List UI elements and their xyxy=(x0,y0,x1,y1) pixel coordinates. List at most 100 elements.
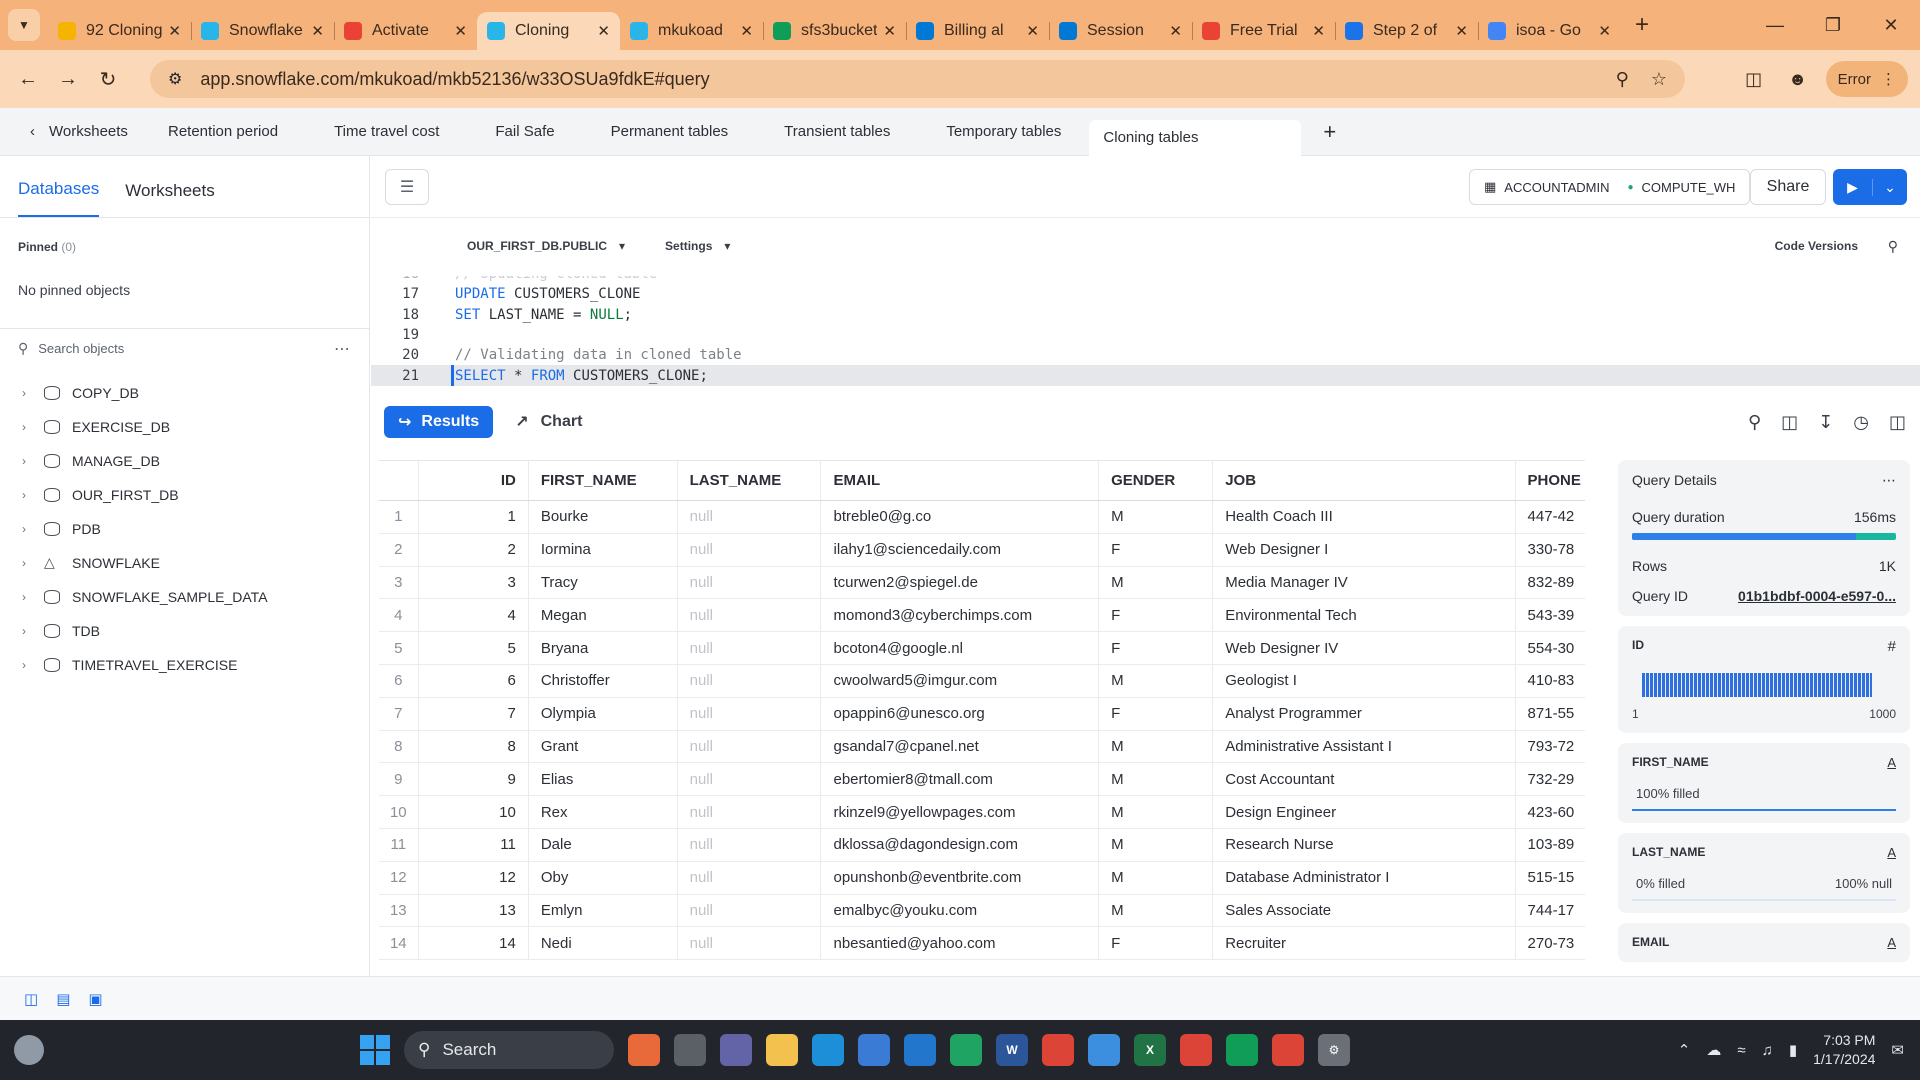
sidebar-item-database[interactable]: › MANAGE_DB xyxy=(0,444,369,478)
code-line[interactable]: 19 xyxy=(371,325,1920,345)
back-arrow-icon[interactable]: ← xyxy=(8,68,48,91)
results-tab-button[interactable]: ↪ Results xyxy=(384,406,494,438)
cell-job[interactable]: Sales Associate xyxy=(1213,894,1516,927)
mail-icon[interactable] xyxy=(904,1034,936,1066)
cell-last-name[interactable]: null xyxy=(678,501,822,533)
cell-first-name[interactable]: Elias xyxy=(529,763,678,796)
error-button[interactable]: Error ⋮ xyxy=(1825,61,1908,97)
excel-icon[interactable]: X xyxy=(1134,1034,1166,1066)
cell-phone[interactable]: 515-15 xyxy=(1516,862,1585,894)
browser-tab[interactable]: Session ✕ xyxy=(1049,12,1192,50)
tab-worksheets[interactable]: Worksheets xyxy=(125,181,214,217)
email-column-card[interactable]: EMAIL A xyxy=(1618,923,1910,962)
table-row[interactable]: 12 12 Oby null opunshonb@eventbrite.com M Data… xyxy=(379,861,1585,895)
chrome-profile-icon[interactable] xyxy=(1180,1034,1212,1066)
cell-first-name[interactable]: Dale xyxy=(529,828,678,861)
cell-row-number[interactable]: 12 xyxy=(379,861,419,894)
play-icon[interactable]: ▶ xyxy=(1833,178,1873,196)
browser-tab[interactable]: mkukoad ✕ xyxy=(620,12,763,50)
cell-email[interactable]: rkinzel9@yellowpages.com xyxy=(821,796,1100,828)
close-window-icon[interactable]: ✕ xyxy=(1862,15,1920,36)
tab-worksheet[interactable]: Cloning tables xyxy=(1089,119,1302,156)
cell-row-number[interactable]: 4 xyxy=(379,599,419,632)
column-header-email[interactable]: EMAIL xyxy=(821,461,1100,500)
cell-job[interactable]: Health Coach III xyxy=(1213,501,1516,533)
last-name-column-card[interactable]: LAST_NAME A 0% filled 100% null xyxy=(1618,833,1910,913)
cell-gender[interactable]: M xyxy=(1099,730,1214,763)
zoom-icon[interactable]: ⚲ xyxy=(1616,69,1629,90)
cell-gender[interactable]: F xyxy=(1099,632,1214,664)
cell-job[interactable]: Web Designer IV xyxy=(1213,632,1516,664)
cell-job[interactable]: Administrative Assistant I xyxy=(1213,730,1516,763)
cell-phone[interactable]: 543-39 xyxy=(1516,599,1585,631)
edge-icon[interactable] xyxy=(812,1034,844,1066)
tab-close-icon[interactable]: ✕ xyxy=(1312,22,1325,40)
cell-email[interactable]: tcurwen2@spiegel.de xyxy=(821,566,1100,599)
code-line[interactable]: 20 // Validating data in cloned table xyxy=(371,345,1920,365)
cell-email[interactable]: btreble0@g.co xyxy=(821,501,1100,533)
browser-tab[interactable]: 92 Cloning ✕ xyxy=(48,12,191,50)
table-row[interactable]: 13 13 Emlyn null emalbyc@youku.com M Sales Ass… xyxy=(379,894,1585,928)
task-view-icon[interactable] xyxy=(674,1034,706,1066)
minimize-icon[interactable]: — xyxy=(1746,15,1804,36)
cell-id[interactable]: 9 xyxy=(419,763,529,796)
table-row[interactable]: 14 14 Nedi null nbesantied@yahoo.com F Recruit… xyxy=(379,927,1585,960)
cell-gender[interactable]: F xyxy=(1099,599,1214,632)
sidebar-item-database[interactable]: › COPY_DB xyxy=(0,376,369,410)
cell-gender[interactable]: F xyxy=(1099,697,1214,730)
toggle-panel-icon[interactable]: ◫ xyxy=(1889,412,1906,433)
restore-icon[interactable]: ❐ xyxy=(1804,15,1862,36)
chevron-right-icon[interactable]: › xyxy=(22,454,38,468)
cell-last-name[interactable]: null xyxy=(678,664,822,697)
cell-row-number[interactable]: 2 xyxy=(379,533,419,566)
layout-top-icon[interactable]: ▤ xyxy=(56,990,70,1008)
cell-row-number[interactable]: 9 xyxy=(379,763,419,796)
code-line[interactable]: 16 // Updating cloned table xyxy=(371,276,1920,284)
sidebar-item-database[interactable]: › OUR_FIRST_DB xyxy=(0,478,369,512)
cell-id[interactable]: 5 xyxy=(419,632,529,664)
sidebar-item-database[interactable]: › TDB xyxy=(0,614,369,648)
code-line[interactable]: 17 UPDATE CUSTOMERS_CLONE xyxy=(371,284,1920,304)
cell-job[interactable]: Analyst Programmer xyxy=(1213,697,1516,730)
query-details-more-icon[interactable]: ⋯ xyxy=(1882,472,1896,489)
chevron-right-icon[interactable]: › xyxy=(22,522,38,536)
code-line[interactable]: 18 SET LAST_NAME = NULL; xyxy=(371,305,1920,325)
tab-worksheet[interactable]: Retention period xyxy=(140,114,306,150)
sidebar-item-database[interactable]: › △ SNOWFLAKE xyxy=(0,546,369,580)
tab-worksheet[interactable]: Time travel cost xyxy=(306,114,467,150)
download-icon[interactable]: ↧ xyxy=(1818,412,1833,433)
settings-dropdown[interactable]: Settings ▾ xyxy=(665,239,730,253)
cell-phone[interactable]: 744-17 xyxy=(1516,895,1585,927)
cell-gender[interactable]: M xyxy=(1099,664,1214,697)
cell-gender[interactable]: M xyxy=(1099,501,1214,533)
battery-icon[interactable]: ▮ xyxy=(1789,1041,1797,1059)
tab-close-icon[interactable]: ✕ xyxy=(1598,22,1611,40)
paint-icon[interactable] xyxy=(1088,1034,1120,1066)
table-row[interactable]: 1 1 Bourke null btreble0@g.co M Health Coach I… xyxy=(379,501,1585,534)
table-row[interactable]: 6 6 Christoffer null cwoolward5@imgur.com M Ge… xyxy=(379,664,1585,698)
cell-phone[interactable]: 410-83 xyxy=(1516,665,1585,697)
store-icon[interactable] xyxy=(858,1034,890,1066)
browser-tab[interactable]: Step 2 of ✕ xyxy=(1335,12,1478,50)
cell-last-name[interactable]: null xyxy=(678,828,822,861)
cell-row-number[interactable]: 13 xyxy=(379,894,419,927)
filter-sliders-icon[interactable]: ☰ xyxy=(385,168,429,205)
table-row[interactable]: 10 10 Rex null rkinzel9@yellowpages.com M Desi… xyxy=(379,796,1585,829)
cell-phone[interactable]: 103-89 xyxy=(1516,829,1585,861)
cell-gender[interactable]: F xyxy=(1099,533,1214,566)
cell-first-name[interactable]: Bryana xyxy=(529,632,678,664)
cell-id[interactable]: 8 xyxy=(419,730,529,763)
table-row[interactable]: 4 4 Megan null momond3@cyberchimps.com F Envir… xyxy=(379,599,1585,633)
cell-row-number[interactable]: 3 xyxy=(379,566,419,599)
cell-email[interactable]: ebertomier8@tmall.com xyxy=(821,763,1100,796)
cell-job[interactable]: Geologist I xyxy=(1213,664,1516,697)
column-header-id[interactable]: ID xyxy=(419,461,529,500)
chrome-profile-icon[interactable] xyxy=(1226,1034,1258,1066)
cell-phone[interactable]: 330-78 xyxy=(1516,534,1585,566)
column-header-last-name[interactable]: LAST_NAME xyxy=(678,461,822,500)
windows-start-icon[interactable] xyxy=(360,1035,390,1065)
cell-row-number[interactable]: 7 xyxy=(379,697,419,730)
cell-phone[interactable]: 732-29 xyxy=(1516,763,1585,795)
cell-row-number[interactable]: 8 xyxy=(379,730,419,763)
table-row[interactable]: 7 7 Olympia null opappin6@unesco.org F Analyst… xyxy=(379,697,1585,731)
